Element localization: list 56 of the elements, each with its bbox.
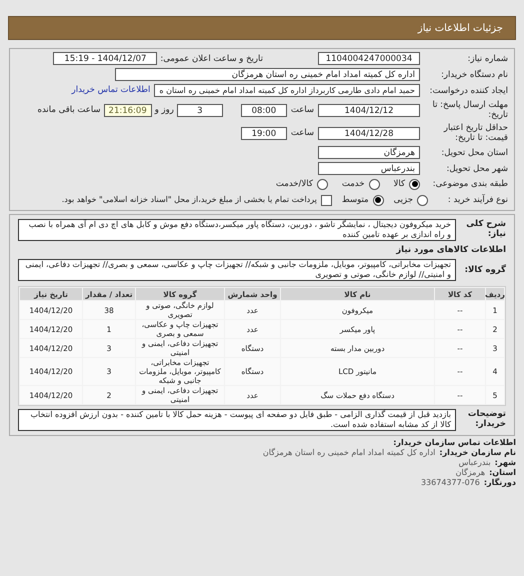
announce-date-field[interactable]: 1404/12/07 - 15:19 [53, 52, 158, 65]
goods-group-field: تجهیزات مخابراتی، کامپیوتر، موبایل، ملزومات جانبی و شبکه// تجهیزات چاپ و عکاسی، سمعی و بصری// تجهیزات دفاعی، ایمنی و امنیتی// لوازم خانگی، صوتی و تصویری [18, 259, 456, 282]
validity-date-field[interactable]: 1404/12/28 [318, 126, 420, 140]
field-label: شماره نیاز: [466, 54, 508, 64]
need-number-field[interactable]: 1104004247000034 [318, 52, 420, 65]
field-label: تاریخ و ساعت اعلان عمومی: [160, 54, 263, 64]
contact-link[interactable]: اطلاعات تماس خریدار [72, 84, 150, 97]
radio-label: کالا/خدمت [276, 178, 313, 191]
checkbox-label: پرداخت تمام یا بخشی از مبلغ خرید،از محل "اسناد خزانه اسلامی" خواهد بود. [62, 194, 317, 206]
radio-button[interactable] [372, 194, 384, 206]
radio-button[interactable] [368, 178, 380, 190]
radio-label: خدمت [342, 178, 365, 191]
days-field[interactable]: 3 [176, 104, 223, 116]
province-field[interactable]: هرمزگان [318, 146, 420, 159]
radio-label: متوسط [342, 194, 369, 206]
section-heading: اطلاعات کالاهای مورد نیاز [394, 244, 506, 256]
contact-value: 33674377-076 [420, 478, 480, 488]
remaining-time-field: 21:16:09 [104, 104, 152, 116]
field-label: شهر محل تحویل: [445, 164, 508, 174]
field-label: ایجاد کننده درخواست: [428, 86, 508, 96]
page-title: جزئیات اطلاعات نیاز [418, 22, 503, 36]
contact-value: اداره کل کمیته امداد امام خمینی ره استان هرمزگان [262, 448, 436, 458]
checkbox[interactable] [320, 194, 332, 206]
field-label: نوع فرآیند خرید : [446, 195, 508, 206]
field-label: شرح کلی نیاز: [465, 218, 506, 238]
creator-field[interactable]: حمید امام دادی طارمی کاربرداز اداره کل کمیته امداد امام خمینی ره استان ه [154, 84, 420, 97]
city-field[interactable]: بندرعباس [318, 162, 420, 175]
contact-value: هرمزگان [456, 468, 486, 478]
radio-label: جزیی [394, 194, 413, 206]
field-label: حداقل تاریخ اعتبار قیمت: تا تاریخ: [442, 123, 508, 143]
field-label: ساعت [290, 105, 314, 115]
field-label: روز و [154, 105, 174, 115]
field-label: ساعت باقی مانده [37, 105, 101, 115]
field-label: استان محل تحویل: [440, 148, 508, 158]
deadline-date-field[interactable]: 1404/12/12 [318, 104, 420, 116]
contact-label: دورنگار: [484, 478, 516, 488]
contact-heading: اطلاعات تماس سازمان خریدار: [392, 438, 516, 448]
description-field: خرید میکروفون دیجیتال ، نمایشگر تاشو ، دوربین، دستگاه پاور میکسر،دستگاه دفع موش و کابل های اچ دی ام آی همراه با نصب و راه اندازی بر عهده تامین کننده [18, 218, 456, 240]
radio-button[interactable] [409, 178, 420, 190]
radio-button[interactable] [316, 178, 328, 190]
radio-button[interactable] [417, 194, 428, 206]
field-label: گروه کالا: [464, 265, 506, 276]
contact-label: شهر: [494, 458, 516, 468]
field-label: نام دستگاه خریدار: [440, 70, 508, 80]
buyer-org-field[interactable]: اداره کل کمیته امداد امام خمینی ره استان هرمزگان [115, 68, 420, 81]
deadline-time-field[interactable]: 08:00 [240, 104, 287, 116]
field-label: مهلت ارسال پاسخ: تا تاریخ: [432, 100, 508, 120]
field-label: طبقه بندی موضوعی: [434, 179, 508, 190]
validity-time-field[interactable]: 19:00 [240, 126, 287, 140]
contact-value: بندرعباس [458, 458, 491, 468]
field-label: ساعت [290, 128, 314, 138]
notes-field: بازدید قبل از قیمت گذاری الزامی - طبق فایل دو صفحه ای پیوست - هزینه حمل کالا با تامین کننده - بدون ارزش افزوده انتخاب کالا از کد مشابه استفاده شده است. [18, 409, 456, 432]
field-label: توضیحات خریدار: [466, 409, 506, 430]
contact-label: استان: [489, 468, 516, 478]
radio-label: کالا [394, 178, 405, 191]
contact-label: نام سازمان خریدار: [439, 448, 516, 458]
